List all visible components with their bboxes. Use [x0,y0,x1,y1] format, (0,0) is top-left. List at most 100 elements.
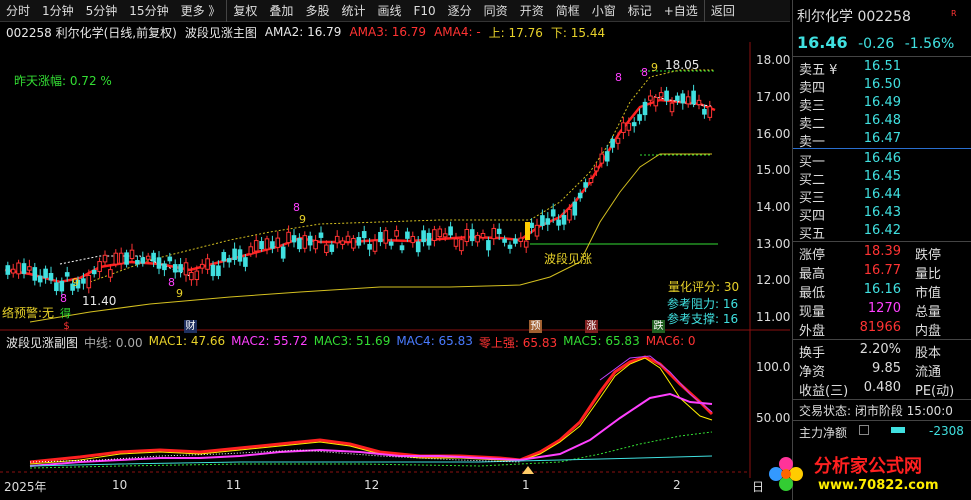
candle-body [486,240,491,251]
seq-count-label: 9 [176,287,183,300]
event-marker-forecast[interactable]: 预 [529,320,542,333]
candle-body [32,267,38,281]
main-indicator-name[interactable]: 波段见涨主图 [185,24,257,41]
ask-row-3[interactable]: 卖三 16.49 [793,94,971,114]
candle-body [437,228,443,238]
candle-body [48,272,54,281]
lower-band-line [29,153,712,323]
more-button[interactable]: 更多 》 [175,0,227,22]
candle-body [626,122,632,131]
tab-1min[interactable]: 1分钟 [36,0,80,22]
last-price: 16.46 [797,33,848,52]
same-fund-button[interactable]: 同资 [478,0,514,22]
warning-label: 络预警:无 [2,306,55,320]
sub-purple-line [599,355,713,413]
event-marker-fall[interactable]: 跌 [652,320,665,333]
adjust-button[interactable]: 复权 [226,0,263,22]
back-button[interactable]: 返回 [703,0,741,22]
candle-body [194,270,200,281]
ama2-value: AMA2: 16.79 [264,25,342,39]
ask-price: 16.49 [863,95,901,110]
candle-body [210,264,216,277]
date-tick: 2025年 [4,480,47,494]
ask-row-4[interactable]: 卖四 16.50 [793,76,971,96]
candle-body [151,252,156,262]
candle-body [270,241,275,249]
candle-body [340,240,345,245]
mac3-value: MAC3: 51.69 [313,334,391,348]
price-change: -0.26 [858,36,895,52]
zero-strong-value: 零上强: 65.83 [478,336,558,350]
candle-body [183,262,189,276]
panel-divider [793,339,971,340]
moving-average-line [4,98,716,284]
kline-chart[interactable] [0,42,790,478]
bid-row-2[interactable]: 买二 16.45 [793,168,971,188]
overlay-button[interactable]: 叠加 [263,0,299,22]
event-marker-dividend[interactable]: $ [60,320,73,333]
mac1-value: MAC1: 47.66 [148,334,226,348]
small-window-button[interactable]: 小窗 [586,0,622,22]
stat-label: 流通 [915,365,942,380]
candle-body [534,224,540,237]
event-marker-finance[interactable]: 财 [184,320,197,333]
candle-body [156,257,162,269]
top-toolbar: 分时 1分钟 5分钟 15分钟 更多 》 复权 叠加 多股 统计 画线 F10 … [0,0,790,22]
ask-row-5[interactable]: 卖五 ¥16.51 [793,58,971,78]
sub-indicator-name[interactable]: 波段见涨副图 [6,334,78,351]
ask-row-2[interactable]: 卖二 16.48 [793,112,971,132]
candle-body [129,249,135,260]
candle-body [259,241,264,250]
event-marker-rise[interactable]: 涨 [585,320,598,333]
seq-count-label: 8 [60,292,67,305]
candle-body [475,234,480,243]
mark-button[interactable]: 标记 [622,0,658,22]
candle-body [410,235,416,244]
signal-candle [525,222,530,240]
simple-frame-button[interactable]: 简框 [550,0,586,22]
candle-body [221,252,227,262]
bid-row-5[interactable]: 买五 16.42 [793,222,971,242]
main-flow-toggle-icon[interactable] [859,425,869,435]
candle-body [561,215,567,225]
stat-label: 涨停 [799,248,826,263]
stat-label: 换手 [799,346,826,361]
candle-body [610,138,615,148]
stat-value: 18.39 [863,244,901,259]
tab-15min[interactable]: 15分钟 [123,0,174,22]
candle-body [351,237,356,249]
buy-signal-arrow [522,466,534,474]
stats-button[interactable]: 统计 [335,0,371,22]
candle-body [124,252,129,265]
high-price-label: 18.05 [665,58,700,72]
candle-body [280,246,286,259]
bid-ask-divider [793,148,971,149]
open-fund-button[interactable]: 开资 [514,0,550,22]
bid-price: 16.42 [863,223,901,238]
f10-button[interactable]: F10 [407,0,441,22]
mac5-value: MAC5: 65.83 [563,334,640,348]
stat-row: 最低 16.16 市值 [793,281,971,301]
candle-body [59,280,65,292]
candle-body [21,263,27,274]
date-tick: 2 [673,478,681,492]
candle-body [388,241,394,246]
tab-intraday[interactable]: 分时 [0,0,36,22]
draw-line-button[interactable]: 画线 [371,0,407,22]
candle-body [297,238,302,250]
add-watchlist-button[interactable]: +自选 [658,0,704,22]
tick-button[interactable]: 逐分 [442,0,478,22]
bid-row-3[interactable]: 买三 16.44 [793,186,971,206]
mid-value: 中线: 0.00 [84,336,143,350]
multi-stock-button[interactable]: 多股 [299,0,335,22]
mac4-value: MAC4: 65.83 [396,334,473,348]
tab-5min[interactable]: 5分钟 [80,0,124,22]
candle-body [232,248,237,261]
bid-row-4[interactable]: 买四 16.43 [793,204,971,224]
candle-body [86,275,92,289]
bid-row-1[interactable]: 买一 16.46 [793,150,971,170]
ask-row-1[interactable]: 卖一 16.47 [793,130,971,150]
ask-price: 16.50 [863,77,901,92]
warning-sublabel: 得 [60,307,71,320]
mac6-value: MAC6: 0 [645,334,696,348]
